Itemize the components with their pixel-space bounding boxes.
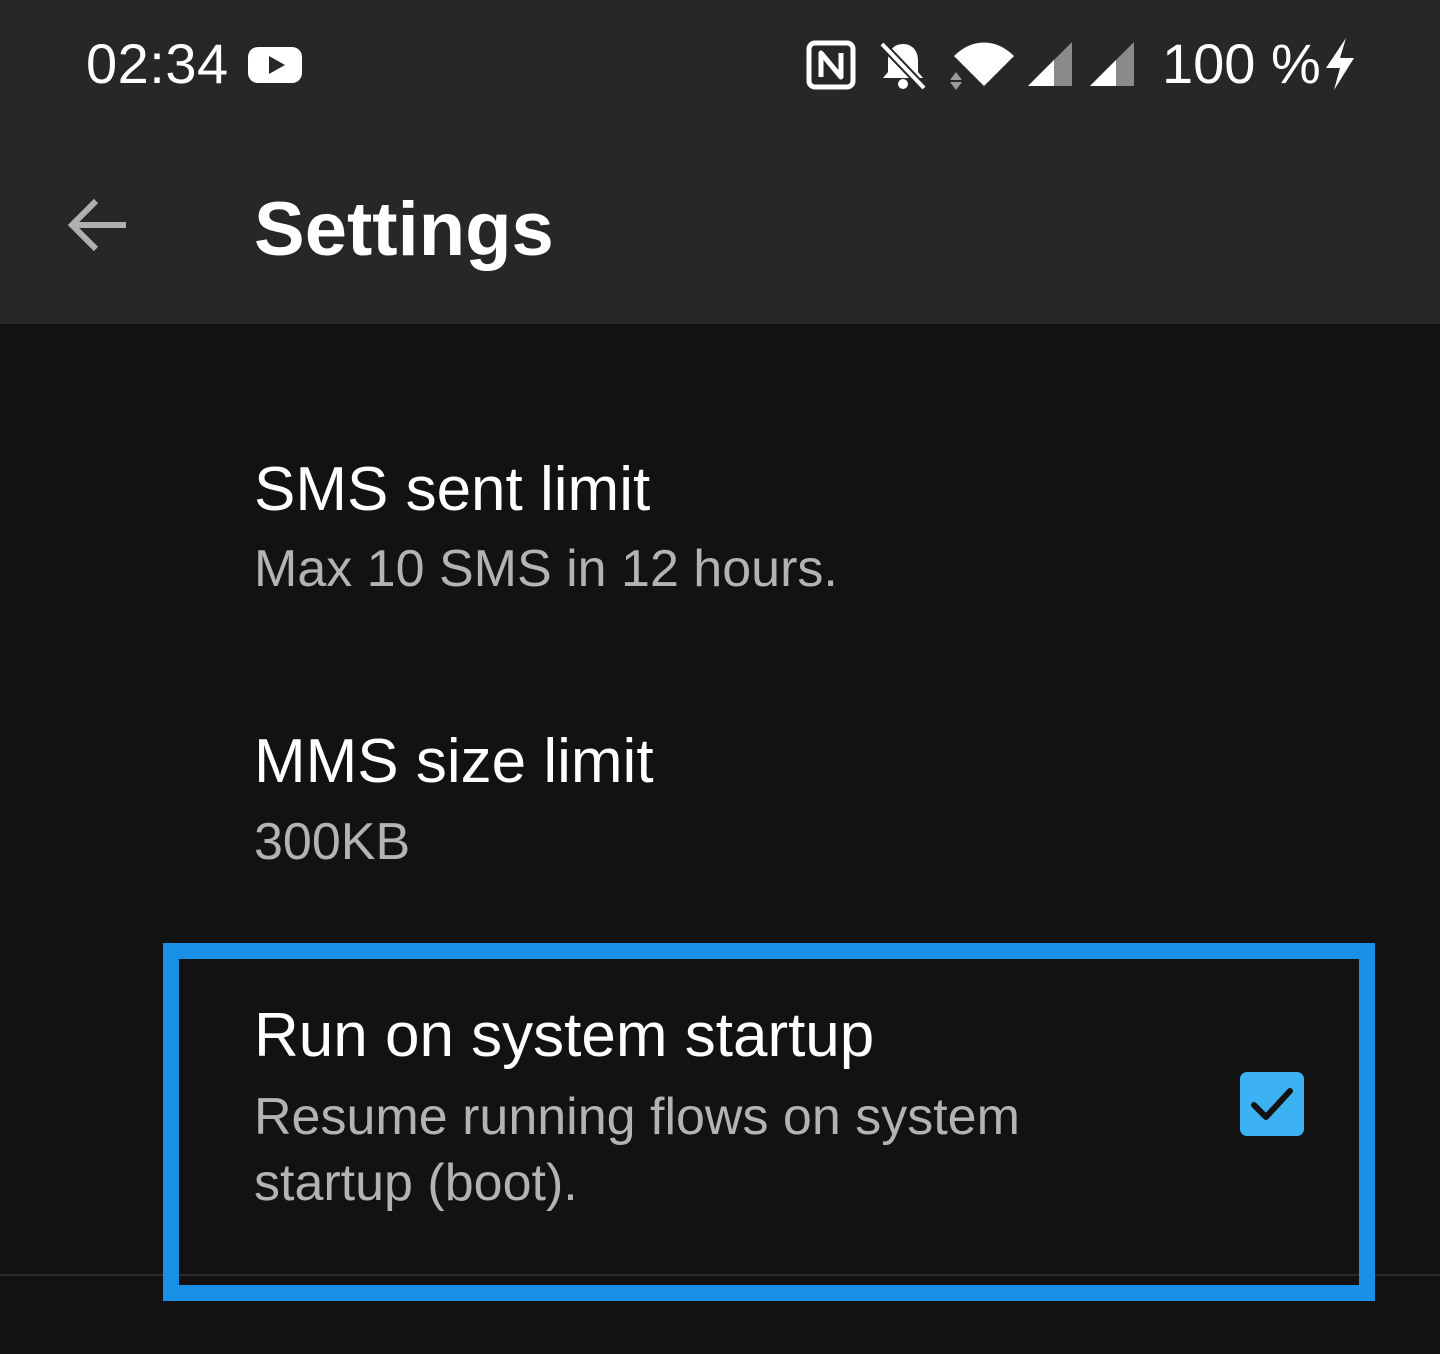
bell-off-icon	[879, 41, 927, 91]
page-title: Settings	[254, 187, 554, 272]
charging-bolt-icon	[1326, 38, 1354, 90]
back-arrow-icon[interactable]	[56, 182, 142, 268]
signal-icon	[1028, 42, 1072, 86]
app-bar: Settings	[0, 130, 1440, 324]
youtube-icon	[248, 47, 302, 83]
status-time: 02:34	[86, 32, 229, 95]
battery-percentage: 100 %	[1162, 32, 1321, 95]
pref-summary: 300KB	[254, 813, 411, 871]
pref-sms-sent-limit[interactable]: SMS sent limit Max 10 SMS in 12 hours.	[0, 324, 1440, 598]
wifi-icon	[950, 42, 1014, 90]
signal-icon	[1090, 42, 1134, 86]
pref-title: SMS sent limit	[254, 455, 651, 524]
pref-summary: Max 10 SMS in 12 hours.	[254, 540, 838, 598]
settings-screen: 02:34 100 % Settings SMS sent limit Max …	[0, 0, 1440, 1354]
pref-title: MMS size limit	[254, 727, 654, 796]
status-bar: 02:34 100 %	[0, 0, 1440, 130]
nfc-icon	[806, 40, 856, 90]
highlight-box	[163, 943, 1375, 1301]
pref-mms-size-limit[interactable]: MMS size limit 300KB	[0, 596, 1440, 896]
